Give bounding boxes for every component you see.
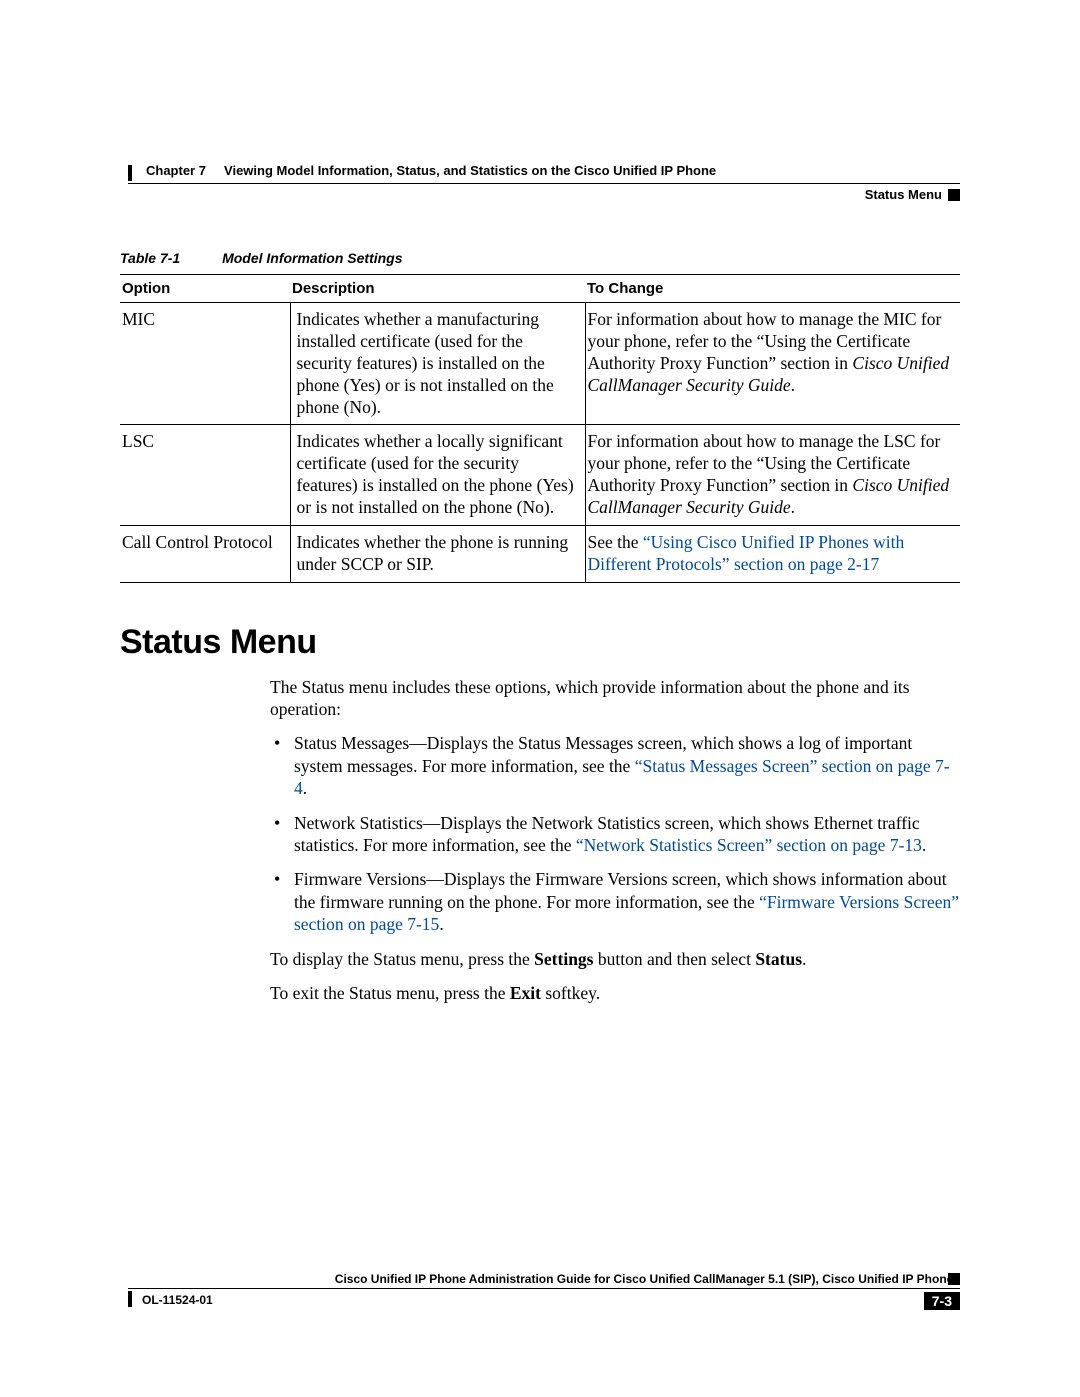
footer-marker-icon — [948, 1273, 960, 1285]
page-number: 7-3 — [924, 1292, 960, 1310]
footer-rule: OL-11524-01 7-3 — [128, 1288, 960, 1309]
exit-bold: Exit — [510, 983, 541, 1003]
header-section-title: Status Menu — [865, 187, 942, 202]
table-row: MIC Indicates whether a manufacturing in… — [120, 303, 960, 425]
row-option: Call Control Protocol — [120, 525, 290, 582]
running-footer: Cisco Unified IP Phone Administration Gu… — [128, 1272, 960, 1309]
footer-doc-id: OL-11524-01 — [142, 1293, 213, 1307]
footer-bar-icon — [128, 1291, 132, 1307]
chapter-label: Chapter 7 Viewing Model Information, Sta… — [146, 163, 716, 178]
list-post: . — [439, 914, 443, 934]
row-description: Indicates whether the phone is running u… — [290, 525, 585, 582]
table-header-row: Option Description To Change — [120, 275, 960, 303]
row-change-post: . — [791, 375, 795, 395]
text: button and then select — [593, 949, 755, 969]
row-change: For information about how to manage the … — [585, 425, 960, 526]
list-post: . — [303, 778, 307, 798]
list-item: Status Messages—Displays the Status Mess… — [270, 732, 960, 799]
chapter-number: Chapter 7 — [146, 163, 206, 178]
table-row: LSC Indicates whether a locally signific… — [120, 425, 960, 526]
model-info-table: Option Description To Change MIC Indicat… — [120, 274, 960, 583]
col-to-change: To Change — [585, 275, 960, 303]
list-post: . — [922, 835, 926, 855]
options-list: Status Messages—Displays the Status Mess… — [270, 732, 960, 935]
row-change: See the “Using Cisco Unified IP Phones w… — [585, 525, 960, 582]
text: . — [802, 949, 806, 969]
network-statistics-link[interactable]: “Network Statistics Screen” section on p… — [576, 835, 922, 855]
footer-guide-title: Cisco Unified IP Phone Administration Gu… — [128, 1272, 960, 1286]
text: To display the Status menu, press the — [270, 949, 534, 969]
header-marker-icon — [948, 189, 960, 201]
row-change-text: See the — [588, 532, 643, 552]
section-heading: Status Menu — [120, 623, 960, 662]
row-description: Indicates whether a locally significant … — [290, 425, 585, 526]
list-item: Firmware Versions—Displays the Firmware … — [270, 868, 960, 935]
row-change: For information about how to manage the … — [585, 303, 960, 425]
status-bold: Status — [755, 949, 802, 969]
list-item: Network Statistics—Displays the Network … — [270, 812, 960, 857]
table-number: Table 7-1 — [120, 250, 180, 266]
display-instruction: To display the Status menu, press the Se… — [270, 948, 960, 970]
header-bar-icon — [128, 165, 132, 181]
col-option: Option — [120, 275, 290, 303]
table-title: Model Information Settings — [222, 250, 402, 266]
running-header: Chapter 7 Viewing Model Information, Sta… — [128, 163, 960, 178]
chapter-title: Viewing Model Information, Status, and S… — [224, 163, 716, 178]
text: To exit the Status menu, press the — [270, 983, 510, 1003]
header-rule — [128, 183, 960, 184]
row-option: MIC — [120, 303, 290, 425]
intro-paragraph: The Status menu includes these options, … — [270, 676, 960, 721]
row-description: Indicates whether a manufacturing instal… — [290, 303, 585, 425]
text: softkey. — [541, 983, 600, 1003]
row-option: LSC — [120, 425, 290, 526]
table-caption: Table 7-1 Model Information Settings — [120, 250, 960, 266]
col-description: Description — [290, 275, 585, 303]
table-row: Call Control Protocol Indicates whether … — [120, 525, 960, 582]
exit-instruction: To exit the Status menu, press the Exit … — [270, 982, 960, 1004]
settings-bold: Settings — [534, 949, 593, 969]
page: Chapter 7 Viewing Model Information, Sta… — [0, 0, 1080, 1397]
section-body: The Status menu includes these options, … — [270, 676, 960, 1005]
row-change-post: . — [791, 497, 795, 517]
